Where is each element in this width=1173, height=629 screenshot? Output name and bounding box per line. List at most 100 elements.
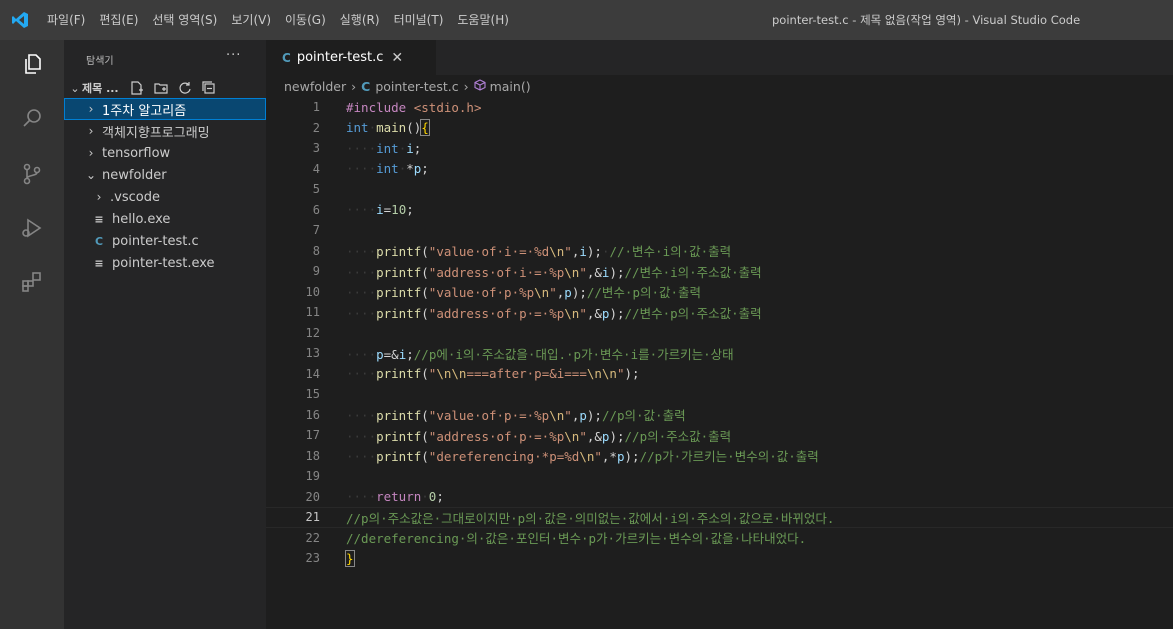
search-icon[interactable] — [16, 102, 48, 134]
line-number: 10 — [305, 284, 320, 299]
menu-help[interactable]: 도움말(H) — [450, 0, 516, 40]
code-line: 14 ····printf("\n\n===after·p=&i===\n\n")… — [266, 364, 1173, 385]
code-text: } — [345, 549, 355, 567]
tree-file-pointer-test-exe[interactable]: ≡ pointer-test.exe — [64, 252, 266, 274]
code-text: ····printf("dereferencing·*p=%d\n",*p);/… — [346, 449, 819, 465]
tab-label: pointer-test.c — [296, 50, 384, 65]
tree-folder-tensorflow[interactable]: › tensorflow — [64, 142, 266, 164]
code-text: ····p=&i;//p에·i의·주소값을·대입.·p가·변수·i를·가르키는·… — [346, 346, 734, 362]
tree-item-label: hello.exe — [112, 211, 171, 227]
menu-go[interactable]: 이동(G) — [278, 0, 333, 40]
code-text: ····printf("address·of·p·=·%p\n",&p);//변… — [346, 305, 762, 321]
tree-folder-1주차-알고리즘[interactable]: › 1주차 알고리즘 — [64, 98, 266, 120]
menu-selection[interactable]: 선택 영역(S) — [145, 0, 224, 40]
editor-tab-bar: C pointer-test.c ✕ — [266, 40, 1173, 75]
line-number: 8 — [312, 243, 320, 258]
vscode-logo-icon[interactable] — [0, 0, 40, 40]
symbol-method-icon — [474, 78, 486, 94]
tab-pointer-test-c[interactable]: C pointer-test.c ✕ — [266, 40, 436, 75]
code-line: 13 ····p=&i;//p에·i의·주소값을·대입.·p가·변수·i를·가르키… — [266, 343, 1173, 364]
line-number: 17 — [305, 428, 320, 443]
code-line: 8 ····printf("value·of·i·=·%d\n",i);·//·변… — [266, 241, 1173, 262]
new-folder-icon[interactable] — [153, 80, 169, 96]
code-text: //p의·주소값은·그대로이지만·p의·값은·의미없는·값에서·i의·주소의·값… — [346, 510, 835, 526]
line-number: 23 — [305, 551, 320, 566]
menu-terminal[interactable]: 터미널(T) — [387, 0, 451, 40]
code-text: ····printf("value·of·i·=·%d\n",i);·//·변수… — [346, 244, 732, 260]
breadcrumb-file[interactable]: pointer-test.c — [375, 79, 458, 94]
more-actions-icon[interactable]: ··· — [226, 48, 241, 63]
tree-folder-객체지향프로그래밍[interactable]: › 객체지향프로그래밍 — [64, 120, 266, 142]
line-number: 18 — [305, 448, 320, 463]
code-line: 11 ····printf("address·of·p·=·%p\n",&p);/… — [266, 302, 1173, 323]
new-file-icon[interactable] — [129, 80, 145, 96]
breadcrumb-folder[interactable]: newfolder — [284, 79, 346, 94]
line-number: 15 — [305, 387, 320, 402]
window-title: pointer-test.c - 제목 없음(작업 영역) - Visual S… — [772, 13, 1081, 27]
menu-run[interactable]: 실행(R) — [333, 0, 387, 40]
explorer-sidebar: 탐색기 ··· ⌄ 제목 ... › 1주차 알고리즘 › 객체지향프로그래밍 … — [64, 40, 266, 629]
code-line: 19 — [266, 466, 1173, 487]
activity-bar — [0, 40, 64, 629]
chevron-right-icon: › — [463, 78, 469, 94]
chevron-right-icon: › — [96, 190, 102, 204]
line-number: 11 — [305, 305, 320, 320]
tree-folder-newfolder[interactable]: ⌄ newfolder — [64, 164, 266, 186]
code-line: 12 — [266, 323, 1173, 344]
binary-file-icon: ≡ — [94, 212, 104, 226]
tree-item-label: pointer-test.exe — [112, 255, 215, 271]
menu-edit[interactable]: 편집(E) — [92, 0, 145, 40]
chevron-right-icon: › — [88, 146, 94, 160]
code-text: int·main(){ — [346, 119, 430, 137]
c-file-icon: C — [94, 234, 104, 248]
code-text: ····i=10; — [346, 202, 414, 218]
code-line: 3 ····int·i; — [266, 138, 1173, 159]
title-bar: 파일(F) 편집(E) 선택 영역(S) 보기(V) 이동(G) 실행(R) 터… — [0, 0, 1173, 40]
menu-view[interactable]: 보기(V) — [224, 0, 278, 40]
chevron-right-icon: › — [88, 124, 94, 138]
code-line: 6 ····i=10; — [266, 200, 1173, 221]
code-line: 23} — [266, 548, 1173, 569]
line-number: 13 — [305, 346, 320, 361]
tree-file-pointer-test-c[interactable]: C pointer-test.c — [64, 230, 266, 252]
run-debug-icon[interactable] — [16, 212, 48, 244]
workspace-section-header[interactable]: ⌄ 제목 ... — [68, 78, 264, 98]
code-text: ····return·0; — [346, 489, 444, 505]
code-line: 5 — [266, 179, 1173, 200]
line-number: 1 — [312, 100, 320, 115]
chevron-down-icon: ⌄ — [85, 168, 97, 182]
tree-item-label: 1주차 알고리즘 — [102, 103, 187, 119]
refresh-icon[interactable] — [177, 80, 193, 96]
c-file-icon: C — [282, 50, 291, 65]
extensions-icon[interactable] — [16, 266, 48, 298]
tree-folder-vscode[interactable]: › .vscode — [64, 186, 266, 208]
tree-item-label: .vscode — [110, 189, 160, 205]
code-text: #include <stdio.h> — [346, 99, 482, 115]
menu-file[interactable]: 파일(F) — [40, 0, 92, 40]
tree-item-label: newfolder — [102, 167, 167, 183]
code-editor[interactable]: 1 #include <stdio.h> 2 int·main(){ 3 ····in… — [266, 97, 1173, 629]
line-number: 14 — [305, 366, 320, 381]
source-control-icon[interactable] — [16, 158, 48, 190]
line-number: 16 — [305, 407, 320, 422]
breadcrumb-symbol[interactable]: main() — [490, 79, 531, 94]
line-number: 2 — [312, 120, 320, 135]
explorer-title: 탐색기 — [86, 56, 114, 67]
line-number: 9 — [312, 264, 320, 279]
code-line: 10 ····printf("value·of·p·%p\n",p);//변수·p… — [266, 282, 1173, 303]
explorer-icon[interactable] — [16, 48, 48, 80]
tree-file-hello-exe[interactable]: ≡ hello.exe — [64, 208, 266, 230]
close-icon[interactable]: ✕ — [391, 50, 403, 66]
line-number: 7 — [312, 223, 320, 238]
code-text: ····printf("address·of·i·=·%p\n",&i);//변… — [346, 264, 762, 280]
chevron-down-icon: ⌄ — [70, 81, 80, 95]
workspace-name: 제목 ... — [82, 82, 119, 95]
code-line: 17 ····printf("address·of·p·=·%p\n",&p);/… — [266, 425, 1173, 446]
code-text: //dereferencing·의·값은·포인터·변수·p가·가르키는·변수의·… — [346, 531, 807, 547]
tree-item-label: 객체지향프로그래밍 — [102, 125, 210, 141]
code-text: ····printf("value·of·p·=·%p\n",p);//p의·값… — [346, 408, 686, 424]
code-line: 4 ····int·*p; — [266, 159, 1173, 180]
line-number: 12 — [305, 325, 320, 340]
collapse-all-icon[interactable] — [201, 80, 217, 96]
code-line: 18 ····printf("dereferencing·*p=%d\n",*p)… — [266, 446, 1173, 467]
